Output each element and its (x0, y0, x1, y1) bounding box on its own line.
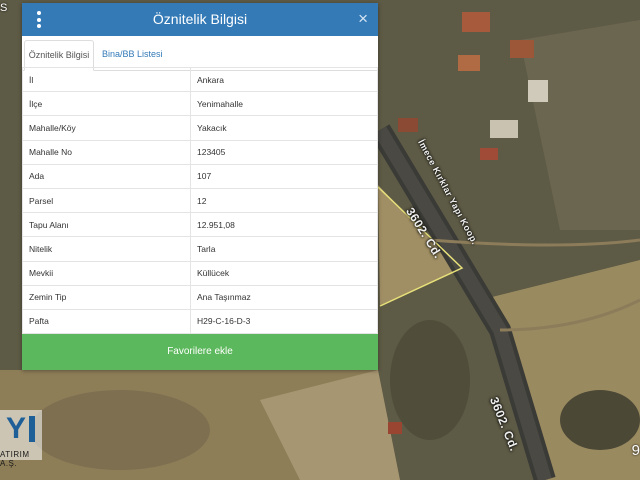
attribute-key: Zemin Tip (22, 284, 191, 310)
table-row: Mevkii Küllücek (22, 260, 378, 286)
add-to-favorites-button[interactable]: Favorilere ekle (22, 334, 378, 370)
attribute-value: Yenimahalle (190, 91, 378, 117)
attribute-info-popup: Öznitelik Bilgisi × Öznitelik Bilgisi Bi… (22, 3, 378, 370)
attribute-key: Nitelik (22, 236, 191, 262)
attribute-value: Küllücek (190, 260, 378, 286)
attribute-value: 12 (190, 187, 378, 214)
company-logo: Y ATIRIM A.Ş. (0, 410, 42, 468)
attribute-key: Mevkii (22, 260, 191, 286)
attribute-key: Mahalle/Köy (22, 115, 191, 141)
attribute-key: İlçe (22, 91, 191, 117)
table-row: İlçe Yenimahalle (22, 91, 378, 117)
map-edge-label: S (0, 2, 8, 14)
attribute-key: Tapu Alanı (22, 212, 191, 238)
attribute-value: Ankara (190, 66, 378, 93)
logo-bar (29, 416, 35, 442)
table-row: Mahalle No 123405 (22, 139, 378, 165)
attribute-key: İl (22, 66, 191, 93)
popup-header: Öznitelik Bilgisi × (22, 3, 378, 36)
table-row: Tapu Alanı 12.951,08 (22, 212, 378, 238)
popup-title: Öznitelik Bilgisi (152, 11, 248, 27)
attribute-key: Ada (22, 163, 191, 189)
table-row: Zemin Tip Ana Taşınmaz (22, 284, 378, 310)
attribute-value: H29-C-16-D-3 (190, 308, 378, 335)
attribute-table: İl Ankara İlçe Yenimahalle Mahalle/Köy Yakacı… (22, 66, 378, 335)
table-row: Ada 107 (22, 163, 378, 189)
table-row: Mahalle/Köy Yakacık (22, 115, 378, 141)
attribute-key: Parsel (22, 187, 191, 214)
attribute-value: 12.951,08 (190, 212, 378, 238)
attribute-value: 123405 (190, 139, 378, 165)
table-row: Pafta H29-C-16-D-3 (22, 308, 378, 335)
map-edge-label: 9 (631, 442, 640, 459)
tab-building-list[interactable]: Bina/BB Listesi (102, 40, 163, 69)
close-icon[interactable]: × (358, 9, 368, 29)
logo-subtext: ATIRIM A.Ş. (0, 450, 30, 468)
table-row: İl Ankara (22, 66, 378, 93)
attribute-value: Tarla (190, 236, 378, 262)
attribute-value: Yakacık (190, 115, 378, 141)
logo-mark: Y (6, 412, 26, 445)
attribute-value: Ana Taşınmaz (190, 284, 378, 310)
attribute-key: Mahalle No (22, 139, 191, 165)
table-row: Nitelik Tarla (22, 236, 378, 262)
attribute-value: 107 (190, 163, 378, 189)
attribute-key: Pafta (22, 308, 191, 335)
table-row: Parsel 12 (22, 187, 378, 214)
